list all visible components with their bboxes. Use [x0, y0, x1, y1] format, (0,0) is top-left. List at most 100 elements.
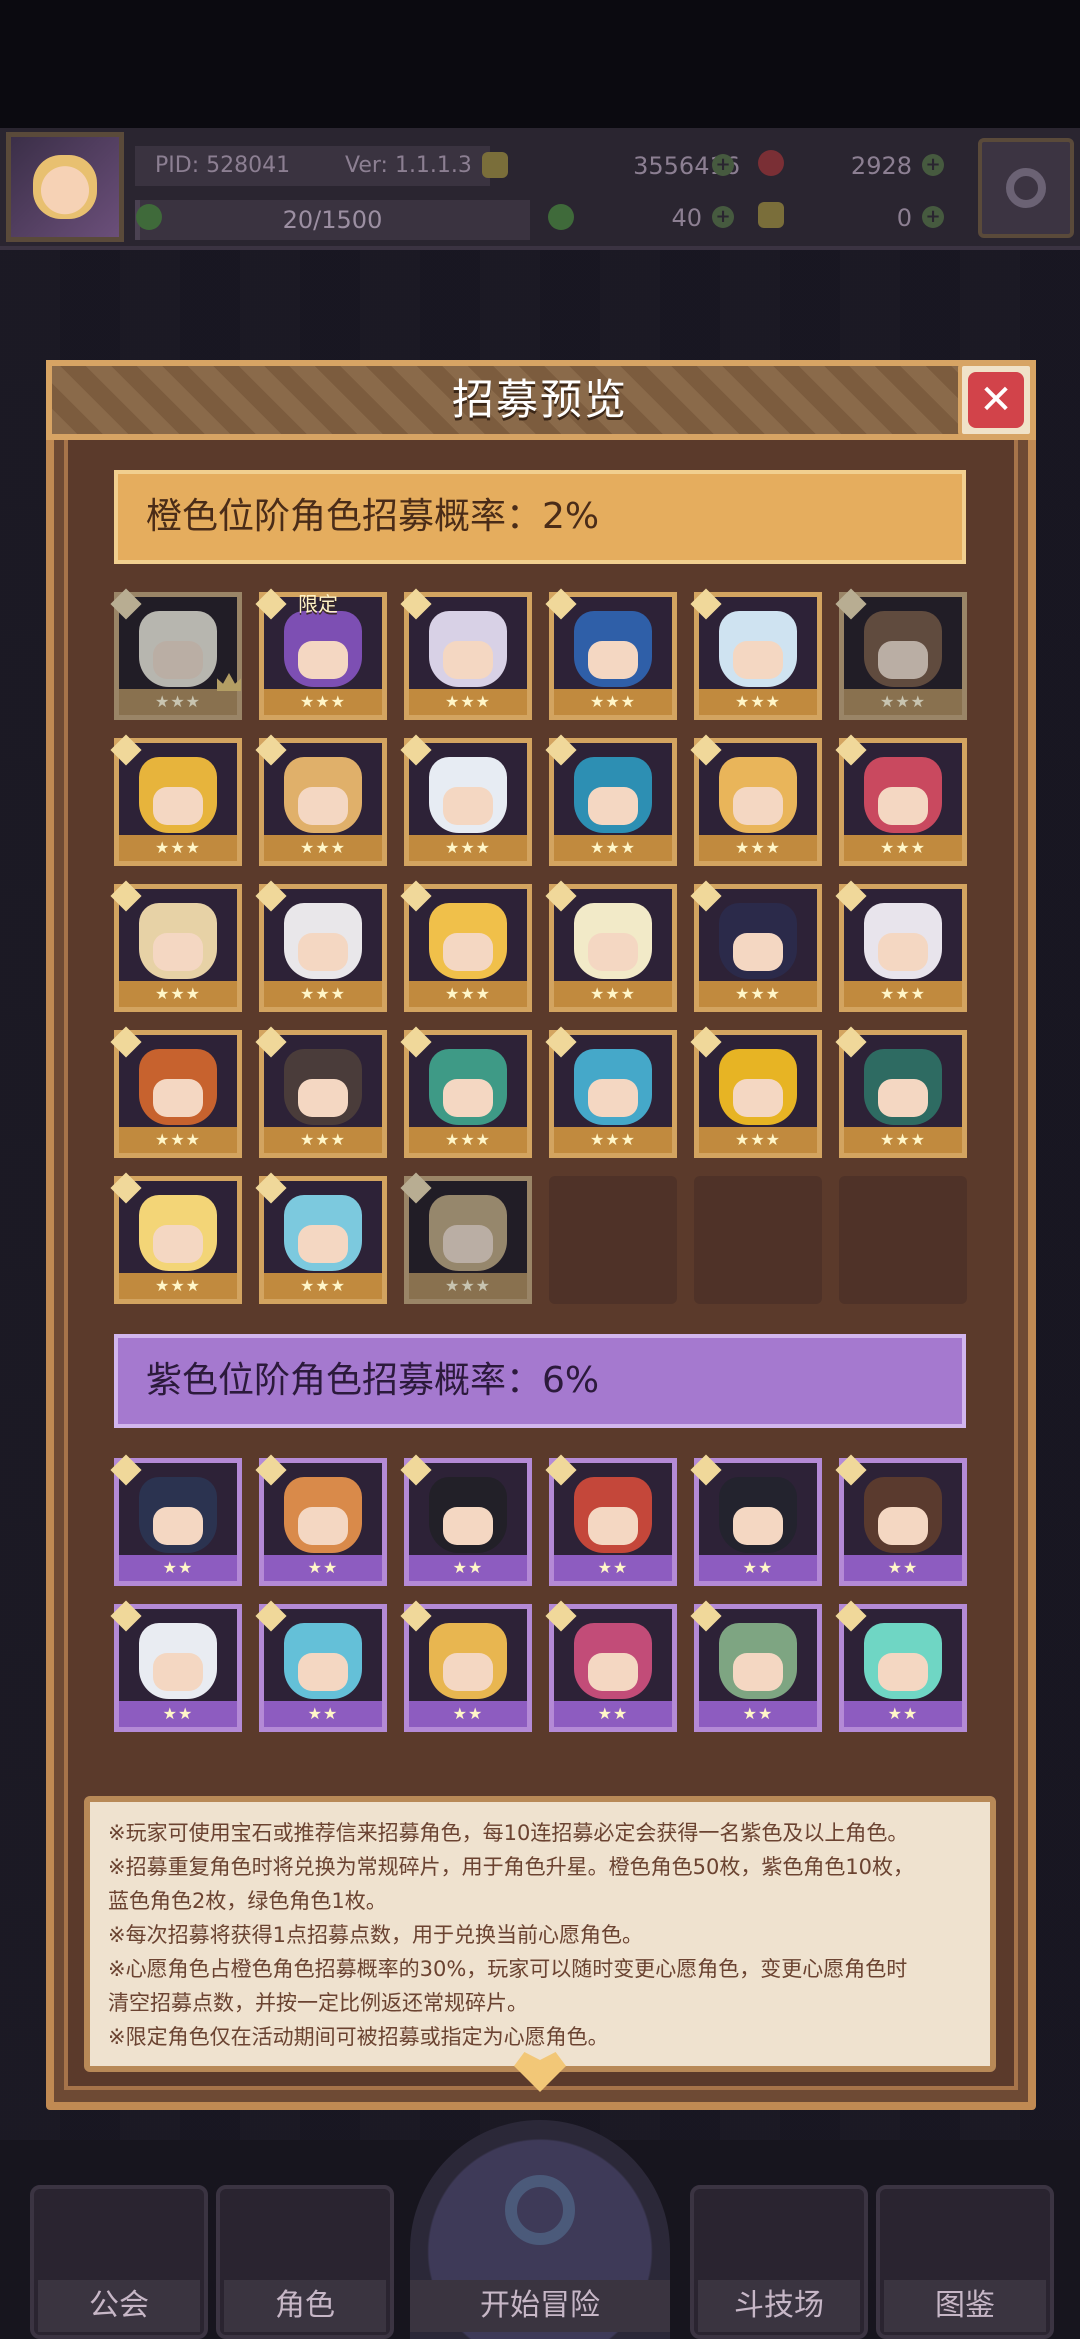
character-face: [733, 641, 783, 679]
character-card[interactable]: ★★★: [400, 734, 532, 866]
character-card[interactable]: ★★: [690, 1600, 822, 1732]
character-card[interactable]: ★★★: [255, 1172, 387, 1304]
card-corner-ornament: [690, 734, 722, 766]
character-face: [733, 1653, 783, 1691]
card-corner-ornament: [110, 1600, 142, 1632]
character-face: [153, 641, 203, 679]
character-face: [443, 1507, 493, 1545]
character-face: [588, 1507, 638, 1545]
add-music-button[interactable]: +: [922, 206, 944, 228]
character-card[interactable]: ★★★: [400, 588, 532, 720]
character-card[interactable]: ★★★: [835, 588, 967, 720]
character-card[interactable]: ★★★: [110, 1026, 242, 1158]
character-card[interactable]: ★★★: [400, 880, 532, 1012]
character-card[interactable]: ★★: [110, 1600, 242, 1732]
character-card[interactable]: ★★★: [400, 1172, 532, 1304]
character-card[interactable]: ★★: [255, 1454, 387, 1586]
character-card[interactable]: ★★★: [835, 734, 967, 866]
card-corner-ornament: [400, 588, 432, 620]
settings-button[interactable]: [978, 138, 1074, 238]
card-corner-ornament: [400, 880, 432, 912]
rule-line: ※招募重复角色时将兑换为常规碎片，用于角色升星。橙色角色50枚，紫色角色10枚，: [108, 1855, 915, 1879]
character-card[interactable]: ★★: [545, 1600, 677, 1732]
star-rating: ★★★: [699, 689, 817, 715]
star-rating: ★★: [119, 1555, 237, 1581]
character-card[interactable]: ★★★: [690, 880, 822, 1012]
character-card[interactable]: ★★★: [110, 734, 242, 866]
star-rating: ★★★: [119, 1127, 237, 1153]
character-card[interactable]: ★★: [110, 1454, 242, 1586]
star-rating: ★★: [554, 1555, 672, 1581]
character-face: [153, 787, 203, 825]
character-card[interactable]: ★★★: [690, 1026, 822, 1158]
add-gold-button[interactable]: +: [712, 154, 734, 176]
card-corner-ornament: [400, 1026, 432, 1058]
dialog-title: 招募预览: [451, 375, 628, 424]
avatar-face: [33, 155, 97, 219]
gold-amount: 3556416: [633, 152, 740, 180]
character-face: [878, 1079, 928, 1117]
card-corner-ornament: [690, 880, 722, 912]
character-face: [588, 933, 638, 971]
character-card[interactable]: ★★★: [255, 880, 387, 1012]
rule-line: ※心愿角色占橙色角色招募概率的30%，玩家可以随时变更心愿角色，变更心愿角色时: [108, 1957, 908, 1981]
character-card[interactable]: ★★★: [545, 880, 677, 1012]
character-card[interactable]: ★★★: [835, 880, 967, 1012]
character-card[interactable]: ★★★: [255, 1026, 387, 1158]
star-rating: ★★: [844, 1555, 962, 1581]
character-card[interactable]: ★★: [400, 1600, 532, 1732]
character-card[interactable]: ★★★: [110, 880, 242, 1012]
character-card[interactable]: ★★: [545, 1454, 677, 1586]
xp-bar: 20/1500: [135, 200, 530, 240]
add-gem-button[interactable]: +: [922, 154, 944, 176]
character-card[interactable]: ★★★ 限定: [255, 588, 387, 720]
add-clover-button[interactable]: +: [712, 206, 734, 228]
card-corner-ornament: [400, 1172, 432, 1204]
character-card[interactable]: ★★★: [545, 1026, 677, 1158]
card-corner-ornament: [400, 1600, 432, 1632]
star-rating: ★★★: [554, 1127, 672, 1153]
character-card[interactable]: ★★★: [110, 588, 242, 720]
xp-text: 20/1500: [282, 206, 383, 234]
card-corner-ornament: [255, 588, 287, 620]
character-face: [443, 1079, 493, 1117]
character-card[interactable]: ★★★: [835, 1026, 967, 1158]
star-rating: ★★★: [409, 981, 527, 1007]
star-rating: ★★★: [264, 689, 382, 715]
music-note-icon: [758, 202, 784, 228]
character-card[interactable]: ★★★: [545, 734, 677, 866]
game-version: Ver: 1.1.1.3: [345, 153, 472, 178]
character-card[interactable]: ★★★: [255, 734, 387, 866]
star-rating: ★★: [409, 1701, 527, 1727]
character-face: [878, 641, 928, 679]
rule-line: ※玩家可使用宝石或推荐信来招募角色，每10连招募必定会获得一名紫色及以上角色。: [108, 1821, 909, 1845]
character-card[interactable]: ★★: [835, 1600, 967, 1732]
character-face: [153, 1225, 203, 1263]
clover-amount: 40: [671, 204, 702, 232]
character-face: [878, 787, 928, 825]
close-button[interactable]: ✕: [958, 362, 1034, 438]
card-corner-ornament: [110, 1454, 142, 1486]
character-card[interactable]: ★★: [690, 1454, 822, 1586]
star-rating: ★★: [119, 1701, 237, 1727]
card-corner-ornament: [690, 588, 722, 620]
music-amount: 0: [896, 204, 912, 232]
empty-character-slot: [549, 1176, 677, 1304]
card-corner-ornament: [255, 880, 287, 912]
player-avatar[interactable]: [6, 132, 124, 242]
character-card[interactable]: ★★: [400, 1454, 532, 1586]
rule-line: 清空招募点数，并按一定比例返还常规碎片。: [108, 1991, 528, 2015]
player-info-box: PID: 528041 Ver: 1.1.1.3: [135, 146, 490, 186]
card-corner-ornament: [110, 1172, 142, 1204]
card-corner-ornament: [690, 1026, 722, 1058]
character-card[interactable]: ★★: [835, 1454, 967, 1586]
card-corner-ornament: [835, 1600, 867, 1632]
character-face: [298, 1079, 348, 1117]
character-card[interactable]: ★★★: [110, 1172, 242, 1304]
character-card[interactable]: ★★★: [690, 588, 822, 720]
character-face: [588, 641, 638, 679]
character-card[interactable]: ★★: [255, 1600, 387, 1732]
character-card[interactable]: ★★★: [545, 588, 677, 720]
character-card[interactable]: ★★★: [690, 734, 822, 866]
character-card[interactable]: ★★★: [400, 1026, 532, 1158]
